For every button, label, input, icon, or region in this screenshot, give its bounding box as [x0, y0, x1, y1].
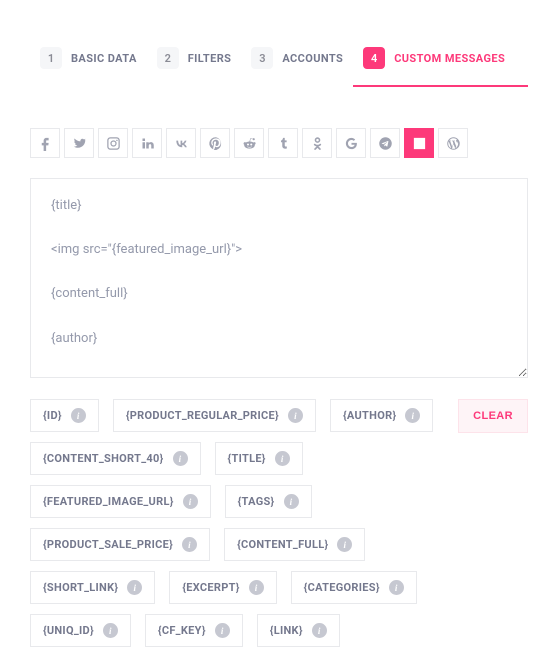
placeholder-chip[interactable]: {PRODUCT_SALE_PRICE} i: [30, 528, 210, 561]
tumblr-icon[interactable]: [268, 128, 298, 158]
placeholder-chip[interactable]: {ID} i: [30, 399, 99, 432]
placeholder-chip[interactable]: {CONTENT_FULL} i: [224, 528, 365, 561]
placeholder-chip[interactable]: {LINK} i: [257, 614, 340, 647]
placeholder-chips: {ID}i{PRODUCT_REGULAR_PRICE}i{AUTHOR}i{C…: [30, 399, 448, 647]
clear-button[interactable]: CLEAR: [458, 399, 528, 433]
chip-label: {UNIQ_ID}: [43, 624, 94, 637]
placeholder-chip[interactable]: {FEATURED_IMAGE_URL} i: [30, 485, 211, 518]
twitter-icon[interactable]: [64, 128, 94, 158]
info-icon[interactable]: i: [173, 451, 188, 466]
placeholder-chip[interactable]: {CONTENT_SHORT_40} i: [30, 442, 201, 475]
tab-step-label: ACCOUNTS: [282, 52, 343, 65]
placeholder-chip[interactable]: {TAGS} i: [225, 485, 312, 518]
tab-step-label: FILTERS: [188, 52, 232, 65]
chip-label: {ID}: [43, 409, 62, 422]
chip-label: {CF_KEY}: [158, 624, 206, 637]
tab-step-3[interactable]: 3 ACCOUNTS: [241, 35, 353, 87]
medium-icon[interactable]: [404, 128, 434, 158]
chip-label: {SHORT_LINK}: [43, 581, 118, 594]
telegram-icon[interactable]: [370, 128, 400, 158]
chip-label: {CONTENT_FULL}: [237, 538, 328, 551]
info-icon[interactable]: i: [284, 494, 299, 509]
info-icon[interactable]: i: [127, 580, 142, 595]
tab-step-1[interactable]: 1 BASIC DATA: [30, 35, 147, 87]
placeholder-chip[interactable]: {PRODUCT_REGULAR_PRICE} i: [113, 399, 316, 432]
google-icon[interactable]: [336, 128, 366, 158]
info-icon[interactable]: i: [337, 537, 352, 552]
chip-label: {CATEGORIES}: [304, 581, 380, 594]
placeholder-chip[interactable]: {UNIQ_ID} i: [30, 614, 131, 647]
pinterest-icon[interactable]: [200, 128, 230, 158]
info-icon[interactable]: i: [288, 408, 303, 423]
info-icon[interactable]: i: [249, 580, 264, 595]
chip-label: {PRODUCT_SALE_PRICE}: [43, 538, 173, 551]
placeholder-chip[interactable]: {TITLE} i: [215, 442, 303, 475]
odnoklassniki-icon[interactable]: [302, 128, 332, 158]
tab-step-number: 3: [251, 47, 273, 69]
placeholder-chip[interactable]: {EXCERPT} i: [169, 571, 276, 604]
info-icon[interactable]: i: [183, 494, 198, 509]
chip-label: {AUTHOR}: [343, 409, 396, 422]
info-icon[interactable]: i: [215, 623, 230, 638]
chip-label: {PRODUCT_REGULAR_PRICE}: [126, 409, 279, 422]
chip-label: {TITLE}: [228, 452, 266, 465]
facebook-icon[interactable]: [30, 128, 60, 158]
info-icon[interactable]: i: [275, 451, 290, 466]
chip-label: {LINK}: [270, 624, 303, 637]
placeholder-chip[interactable]: {AUTHOR} i: [330, 399, 433, 432]
tab-step-label: BASIC DATA: [71, 52, 137, 65]
tab-step-4[interactable]: 4 CUSTOM MESSAGES: [353, 35, 515, 87]
reddit-icon[interactable]: [234, 128, 264, 158]
tab-step-label: CUSTOM MESSAGES: [394, 52, 505, 65]
chip-label: {TAGS}: [238, 495, 275, 508]
linkedin-icon[interactable]: [132, 128, 162, 158]
info-icon[interactable]: i: [103, 623, 118, 638]
tab-step-2[interactable]: 2 FILTERS: [147, 35, 242, 87]
tab-step-number: 2: [157, 47, 179, 69]
placeholder-chip[interactable]: {CATEGORIES} i: [291, 571, 417, 604]
info-icon[interactable]: i: [312, 623, 327, 638]
info-icon[interactable]: i: [182, 537, 197, 552]
vk-icon[interactable]: [166, 128, 196, 158]
info-icon[interactable]: i: [389, 580, 404, 595]
instagram-icon[interactable]: [98, 128, 128, 158]
message-template-textarea[interactable]: [30, 178, 528, 378]
social-networks-list: [30, 128, 528, 158]
chip-label: {FEATURED_IMAGE_URL}: [43, 495, 174, 508]
info-icon[interactable]: i: [405, 408, 420, 423]
tab-step-number: 1: [40, 47, 62, 69]
chip-label: {CONTENT_SHORT_40}: [43, 452, 164, 465]
wizard-tabs: 1 BASIC DATA 2 FILTERS 3 ACCOUNTS 4 CUSTOM MESS…: [30, 0, 528, 88]
chip-label: {EXCERPT}: [182, 581, 239, 594]
placeholder-chip[interactable]: {SHORT_LINK} i: [30, 571, 155, 604]
tab-step-number: 4: [363, 47, 385, 69]
info-icon[interactable]: i: [71, 408, 86, 423]
placeholder-chip[interactable]: {CF_KEY} i: [145, 614, 243, 647]
wordpress-icon[interactable]: [438, 128, 468, 158]
